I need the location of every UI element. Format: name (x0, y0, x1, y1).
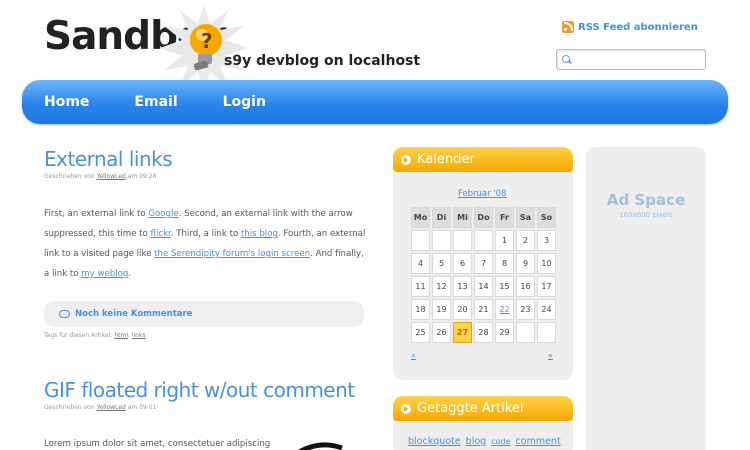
calendar-day: 16 (516, 276, 535, 297)
rss-label: RSS Feed abonnieren (578, 21, 698, 33)
calendar-day: 25 (411, 322, 430, 343)
author-link[interactable]: YellowLed (97, 404, 126, 411)
calendar-empty-cell (474, 230, 493, 251)
calendar-day: 18 (411, 299, 430, 320)
this-blog-link[interactable]: this blog (241, 229, 278, 239)
calendar-day: 28 (474, 322, 493, 343)
calendar-header: Kalender (393, 147, 573, 172)
calendar-weekday: So (537, 207, 556, 228)
calendar-day: 13 (453, 276, 472, 297)
site-tagline: s9y devblog on localhost (224, 53, 421, 69)
main-navigation: Home Email Login (22, 80, 728, 124)
tagged-articles-header: Getaggte Artikel (393, 396, 573, 421)
calendar-weekday: Fr (495, 207, 514, 228)
nav-login[interactable]: Login (223, 94, 266, 110)
calendar-day: 2 (516, 230, 535, 251)
svg-text:?: ? (201, 29, 213, 53)
calendar-weekday: Sa (516, 207, 535, 228)
comments-link[interactable]: Noch keine Kommentare (44, 301, 364, 327)
ad-subtitle: 160x600 pixels (619, 211, 673, 219)
arrow-icon (401, 154, 411, 165)
calendar-day: 1 (495, 230, 514, 251)
calendar-prev-link[interactable]: « (411, 351, 416, 360)
calendar-day: 21 (474, 299, 493, 320)
post-title[interactable]: GIF floated right w/out comment (44, 378, 355, 402)
post-body: First, an external link to Google. Secon… (44, 209, 366, 279)
calendar-day: 9 (516, 253, 535, 274)
calendar-grid: Mo Di Mi Do Fr Sa So 1 2 3 4 5 6 7 8 9 10 11 12 13 14 15 16 17… (409, 205, 558, 345)
tag-cloud: blockquote blog code comment (408, 436, 563, 447)
comments-label: Noch keine Kommentare (75, 309, 193, 319)
search-box[interactable] (556, 49, 706, 70)
tag-link[interactable]: comment (516, 436, 561, 447)
ad-space[interactable]: Ad Space 160x600 pixels (586, 147, 706, 450)
calendar-empty-cell (453, 230, 472, 251)
ad-title: Ad Space (606, 191, 686, 209)
arrow-icon (401, 403, 411, 414)
calendar-day: 17 (537, 276, 556, 297)
calendar-day: 26 (432, 322, 451, 343)
calendar-day[interactable]: 27 (453, 322, 472, 343)
calendar-month-link[interactable]: Februar '08 (458, 189, 507, 199)
calendar-day: 29 (495, 322, 514, 343)
tag-link[interactable]: blog (466, 436, 487, 447)
tag-link[interactable]: code (491, 437, 510, 446)
post-meta: Geschrieben von YellowLed am 09:01 (44, 404, 157, 411)
calendar-day: 7 (474, 253, 493, 274)
calendar-day: 8 (495, 253, 514, 274)
floated-gif-image (297, 442, 343, 450)
nav-email[interactable]: Email (134, 94, 177, 110)
rss-link[interactable]: RSS Feed abonnieren (562, 21, 698, 33)
calendar-day[interactable]: 22 (495, 299, 514, 320)
my-weblog-link[interactable]: my weblog (81, 269, 128, 279)
calendar-weekday: Di (432, 207, 451, 228)
calendar-empty-cell (516, 322, 535, 343)
rss-icon (562, 21, 574, 33)
calendar-day: 19 (432, 299, 451, 320)
calendar-empty-cell (432, 230, 451, 251)
calendar-day: 11 (411, 276, 430, 297)
calendar-empty-cell (537, 322, 556, 343)
calendar-day: 4 (411, 253, 430, 274)
calendar-weekday: Mi (453, 207, 472, 228)
tag-link[interactable]: html (114, 332, 128, 339)
calendar-empty-cell (411, 230, 430, 251)
calendar-day: 23 (516, 299, 535, 320)
post-meta: Geschrieben von YellowLed am 09:28 (44, 173, 157, 180)
calendar-day: 10 (537, 253, 556, 274)
author-link[interactable]: YellowLed (97, 173, 126, 180)
post-tags: Tags für diesen Artikel: html, links (44, 332, 146, 339)
forum-login-link[interactable]: the Serendipity forum's login screen (154, 249, 310, 259)
post-title[interactable]: External links (44, 147, 173, 171)
calendar-day: 15 (495, 276, 514, 297)
comment-icon (59, 310, 70, 318)
calendar-day: 12 (432, 276, 451, 297)
calendar-day: 14 (474, 276, 493, 297)
calendar-weekday: Mo (411, 207, 430, 228)
tag-link[interactable]: links (132, 332, 146, 339)
tag-link[interactable]: blockquote (408, 436, 461, 447)
nav-home[interactable]: Home (44, 94, 89, 110)
calendar-day: 3 (537, 230, 556, 251)
google-link[interactable]: Google (148, 209, 178, 219)
calendar-day: 20 (453, 299, 472, 320)
calendar-next-link[interactable]: » (548, 351, 553, 360)
calendar-day: 24 (537, 299, 556, 320)
calendar-day: 5 (432, 253, 451, 274)
search-icon (562, 54, 572, 65)
search-input[interactable] (575, 54, 695, 65)
calendar-weekday: Do (474, 207, 493, 228)
flickr-link[interactable]: flickr (151, 229, 171, 239)
calendar-day: 6 (453, 253, 472, 274)
